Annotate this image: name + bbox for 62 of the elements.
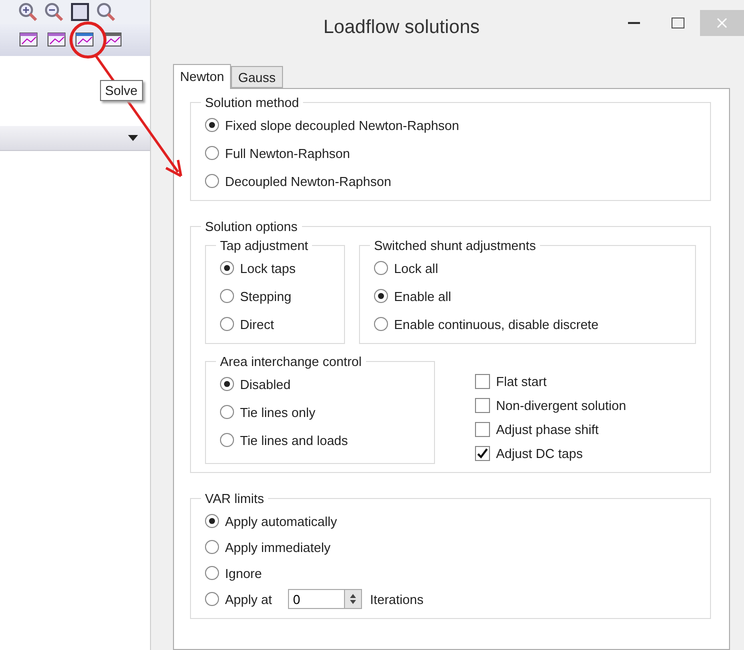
minimize-icon	[628, 21, 640, 25]
radio-option[interactable]: Lock all	[374, 257, 681, 279]
caret-icon[interactable]	[128, 135, 138, 141]
zoom-icon[interactable]	[44, 2, 64, 22]
zoom-icon[interactable]	[18, 2, 38, 22]
radio-button[interactable]	[205, 540, 219, 554]
radio-button[interactable]	[205, 174, 219, 188]
radio-option[interactable]: Direct	[220, 313, 330, 335]
magnifier-icon[interactable]	[96, 2, 116, 22]
iterations-field[interactable]: 0	[288, 589, 344, 609]
radio-button[interactable]	[205, 118, 219, 132]
group-title: VAR limits	[204, 491, 265, 506]
radio-option[interactable]: Tie lines and loads	[220, 429, 420, 451]
group-title: Switched shunt adjustments	[373, 238, 537, 253]
spin-arrows-icon[interactable]	[348, 593, 357, 605]
radio-option[interactable]: Apply immediately	[205, 536, 696, 558]
group-title: Area interchange control	[219, 354, 363, 369]
radio-button[interactable]	[205, 146, 219, 160]
checkbox-option[interactable]: Adjust DC taps	[475, 442, 626, 464]
checkbox[interactable]	[475, 422, 490, 436]
radio-option[interactable]: Apply automatically	[205, 510, 696, 532]
radio-button[interactable]	[220, 261, 234, 275]
radio-option[interactable]: Stepping	[220, 285, 330, 307]
radio-button[interactable]	[205, 566, 219, 580]
spin-button[interactable]	[344, 589, 362, 609]
radio-button[interactable]	[205, 514, 219, 528]
radio-button[interactable]	[374, 261, 388, 275]
radio-button[interactable]	[374, 317, 388, 331]
radio-button[interactable]	[220, 433, 234, 447]
checkbox-option[interactable]: Adjust phase shift	[475, 418, 626, 440]
radio-button[interactable]	[205, 592, 219, 606]
checkbox[interactable]	[475, 374, 490, 388]
window-title: Loadflow solutions	[322, 17, 481, 39]
radio-option[interactable]: Fixed slope decoupled Newton-Raphson	[205, 114, 696, 136]
radio-button[interactable]	[374, 289, 388, 303]
radio-option[interactable]: Full Newton-Raphson	[205, 142, 696, 164]
checkbox[interactable]	[475, 446, 490, 460]
group-title: Solution options	[204, 219, 299, 234]
group-title: Solution method	[204, 95, 300, 110]
radio-option[interactable]: Enable all	[374, 285, 681, 307]
radio-option[interactable]: Ignore	[205, 562, 696, 584]
radio-option[interactable]: Apply at	[205, 588, 272, 610]
checkbox-option[interactable]: Flat start	[475, 370, 626, 392]
tab[interactable]: Newton	[173, 64, 232, 89]
radio-option[interactable]: Lock taps	[220, 257, 330, 279]
radio-option[interactable]: Enable continuous, disable discrete	[374, 313, 681, 335]
highlight-circle	[70, 22, 106, 58]
radio-option[interactable]: Tie lines only	[220, 401, 420, 423]
radio-button[interactable]	[220, 317, 234, 331]
radio-option[interactable]: Disabled	[220, 373, 420, 395]
maximize-icon	[671, 17, 685, 29]
group-title: Tap adjustment	[219, 238, 310, 253]
radio-button[interactable]	[220, 405, 234, 419]
fit-window-icon[interactable]	[70, 2, 90, 22]
tooltip: Solve	[100, 80, 143, 101]
iterations-label: Iterations	[370, 592, 424, 606]
radio-button[interactable]	[220, 377, 234, 391]
checkbox[interactable]	[475, 398, 490, 412]
checkbox-option[interactable]: Non-divergent solution	[475, 394, 626, 416]
radio-option[interactable]: Decoupled Newton-Raphson	[205, 170, 696, 192]
radio-button[interactable]	[220, 289, 234, 303]
tab[interactable]: Gauss	[231, 66, 283, 88]
